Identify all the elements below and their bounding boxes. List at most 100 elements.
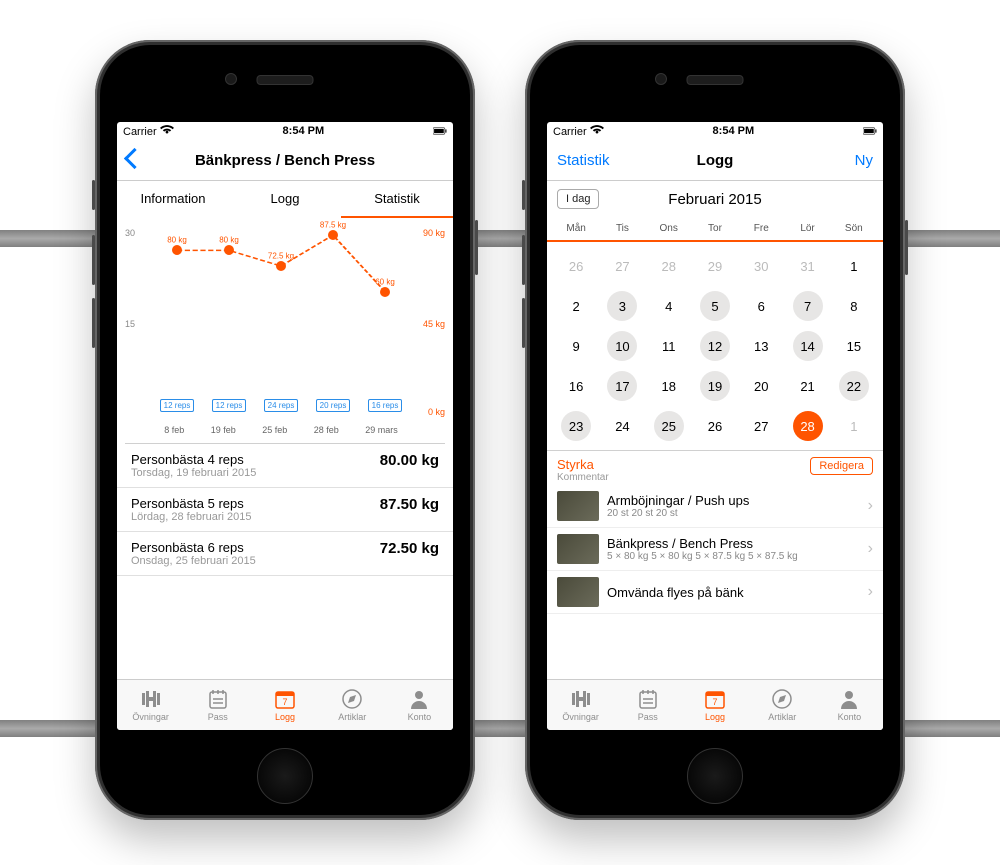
calendar-day[interactable]: 26: [692, 406, 738, 446]
personal-best-row[interactable]: Personbästa 6 repsOnsdag, 25 februari 20…: [117, 532, 453, 576]
calendar-day[interactable]: 8: [831, 286, 877, 326]
tab-logg[interactable]: 7Logg: [251, 680, 318, 730]
day-of-week-row: MånTisOnsTorFreLörSön: [547, 217, 883, 242]
chevron-right-icon: ›: [868, 583, 873, 601]
tab-information[interactable]: Information: [117, 181, 229, 218]
wifi-icon: [160, 125, 174, 135]
calendar-day[interactable]: 14: [784, 326, 830, 366]
calendar-day[interactable]: 20: [738, 366, 784, 406]
calendar-day[interactable]: 26: [553, 246, 599, 286]
calendar-day[interactable]: 22: [831, 366, 877, 406]
tab-ovningar[interactable]: Övningar: [547, 680, 614, 730]
exercise-row[interactable]: Armböjningar / Push ups20 st 20 st 20 st…: [547, 485, 883, 528]
personal-best-row[interactable]: Personbästa 5 repsLördag, 28 februari 20…: [117, 488, 453, 532]
stats-chart: 30 15 90 kg 45 kg 0 kg 12 reps: [125, 218, 445, 444]
svg-text:7: 7: [712, 697, 717, 707]
status-bar: Carrier 8:54 PM: [117, 122, 453, 140]
carrier-label: Carrier: [553, 126, 587, 138]
calendar-icon: 7: [704, 689, 726, 709]
calendar-grid[interactable]: 2627282930311234567891011121314151617181…: [547, 242, 883, 451]
tab-pass[interactable]: Pass: [614, 680, 681, 730]
calendar-day[interactable]: 1: [831, 406, 877, 446]
month-title: Februari 2015: [547, 191, 883, 208]
status-time: 8:54 PM: [283, 125, 325, 137]
calendar-day[interactable]: 19: [692, 366, 738, 406]
tab-konto[interactable]: Konto: [386, 680, 453, 730]
phone-left: Carrier 8:54 PM Bänkpress / Bench Press …: [95, 40, 475, 820]
calendar-day[interactable]: 28: [784, 406, 830, 446]
tab-artiklar[interactable]: Artiklar: [749, 680, 816, 730]
tab-pass[interactable]: Pass: [184, 680, 251, 730]
battery-icon: [433, 126, 447, 136]
calendar-day[interactable]: 17: [599, 366, 645, 406]
tab-bar: Övningar Pass 7Logg Artiklar Konto: [117, 679, 453, 730]
chevron-left-icon: [124, 147, 145, 168]
calendar-day[interactable]: 24: [599, 406, 645, 446]
calendar-day[interactable]: 10: [599, 326, 645, 366]
nav-bar: Statistik Logg Ny: [547, 140, 883, 181]
status-bar: Carrier 8:54 PM: [547, 122, 883, 140]
calendar-day[interactable]: 9: [553, 326, 599, 366]
calendar-day[interactable]: 27: [599, 246, 645, 286]
wifi-icon: [590, 125, 604, 135]
person-icon: [839, 689, 859, 709]
tab-logg[interactable]: 7Logg: [681, 680, 748, 730]
calendar-day[interactable]: 31: [784, 246, 830, 286]
svg-text:7: 7: [282, 697, 287, 707]
person-icon: [409, 689, 429, 709]
calendar-day[interactable]: 2: [553, 286, 599, 326]
carrier-label: Carrier: [123, 126, 157, 138]
exercise-thumbnail: [557, 577, 599, 607]
exercise-thumbnail: [557, 491, 599, 521]
exercise-row[interactable]: Bänkpress / Bench Press5 × 80 kg 5 × 80 …: [547, 528, 883, 571]
chevron-right-icon: ›: [868, 497, 873, 515]
calendar-day[interactable]: 30: [738, 246, 784, 286]
calendar-day[interactable]: 12: [692, 326, 738, 366]
calendar-day[interactable]: 5: [692, 286, 738, 326]
calendar-day[interactable]: 21: [784, 366, 830, 406]
pencil-icon: [772, 689, 792, 709]
calendar-day[interactable]: 27: [738, 406, 784, 446]
tab-konto[interactable]: Konto: [816, 680, 883, 730]
tab-artiklar[interactable]: Artiklar: [319, 680, 386, 730]
home-button[interactable]: [257, 748, 313, 804]
nav-bar: Bänkpress / Bench Press: [117, 140, 453, 181]
x-axis: 8 feb19 feb25 feb28 feb29 mars: [151, 425, 411, 435]
dumbbell-icon: [139, 689, 163, 709]
notepad-icon: [207, 689, 229, 709]
status-time: 8:54 PM: [713, 125, 755, 137]
exercise-thumbnail: [557, 534, 599, 564]
calendar-day[interactable]: 6: [738, 286, 784, 326]
home-button[interactable]: [687, 748, 743, 804]
tab-logg[interactable]: Logg: [229, 181, 341, 218]
nav-statistik-link[interactable]: Statistik: [557, 152, 610, 169]
calendar-day[interactable]: 25: [646, 406, 692, 446]
chevron-right-icon: ›: [868, 540, 873, 558]
calendar-day[interactable]: 4: [646, 286, 692, 326]
calendar-day[interactable]: 18: [646, 366, 692, 406]
calendar-day[interactable]: 11: [646, 326, 692, 366]
calendar-day[interactable]: 15: [831, 326, 877, 366]
segment-tabs: Information Logg Statistik: [117, 181, 453, 218]
calendar-day[interactable]: 28: [646, 246, 692, 286]
calendar-day[interactable]: 29: [692, 246, 738, 286]
personal-best-row[interactable]: Personbästa 4 repsTorsdag, 19 februari 2…: [117, 444, 453, 488]
back-button[interactable]: [127, 151, 142, 170]
calendar-day[interactable]: 13: [738, 326, 784, 366]
calendar-day[interactable]: 1: [831, 246, 877, 286]
battery-icon: [863, 126, 877, 136]
nav-ny-button[interactable]: Ny: [855, 152, 873, 169]
notepad-icon: [637, 689, 659, 709]
workout-comment: Kommentar: [557, 472, 609, 483]
edit-button[interactable]: Redigera: [810, 457, 873, 475]
calendar-day[interactable]: 3: [599, 286, 645, 326]
exercise-row[interactable]: Omvända flyes på bänk ›: [547, 571, 883, 614]
dumbbell-icon: [569, 689, 593, 709]
calendar-icon: 7: [274, 689, 296, 709]
y-axis-left: 30 15: [125, 230, 151, 415]
tab-ovningar[interactable]: Övningar: [117, 680, 184, 730]
calendar-day[interactable]: 16: [553, 366, 599, 406]
calendar-day[interactable]: 23: [553, 406, 599, 446]
calendar-day[interactable]: 7: [784, 286, 830, 326]
tab-statistik[interactable]: Statistik: [341, 181, 453, 218]
